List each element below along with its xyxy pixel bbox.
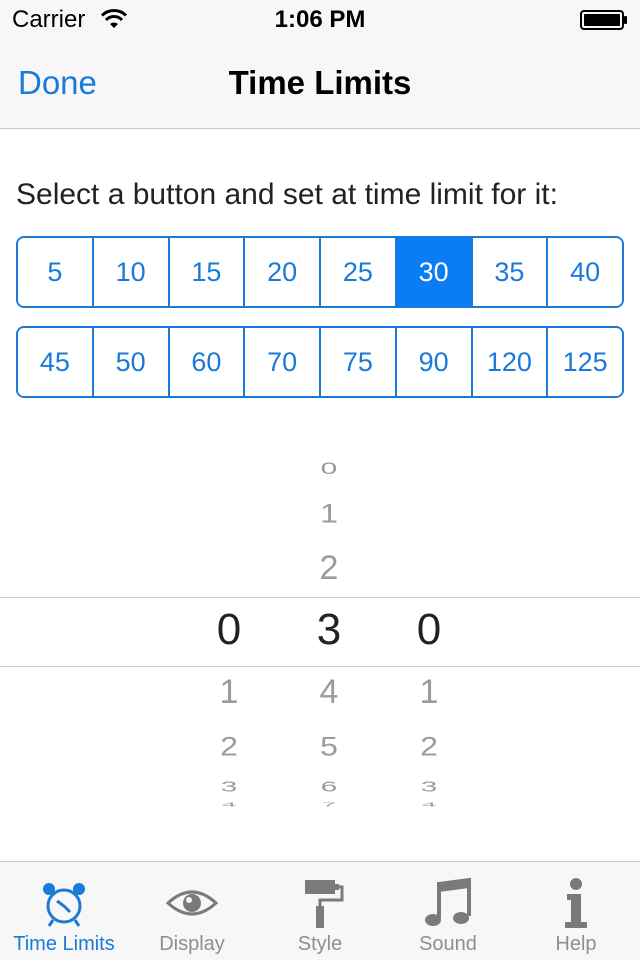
preset-button-60[interactable]: 60 [169, 328, 246, 396]
tab-sound[interactable]: Sound [384, 862, 512, 960]
picker-value: 0 [320, 459, 338, 478]
picker-value: 4 [319, 672, 339, 711]
picker-selected-value: 3 [316, 604, 342, 654]
preset-button-90[interactable]: 90 [396, 328, 473, 396]
picker-value: 3 [420, 778, 438, 796]
tab-label: Sound [419, 933, 477, 955]
picker-value: 1 [320, 497, 338, 529]
preset-button-45[interactable]: 45 [18, 328, 94, 396]
tab-style[interactable]: Style [256, 862, 384, 960]
music-note-icon [421, 876, 475, 930]
picker-value: 5 [320, 730, 338, 762]
tab-time-limits[interactable]: Time Limits [0, 862, 128, 960]
picker-selected-value: 0 [416, 604, 442, 654]
picker-value: 2 [420, 730, 438, 762]
picker-selection-top-line [0, 597, 640, 598]
preset-button-10[interactable]: 10 [93, 238, 170, 306]
paint-roller-icon [293, 876, 347, 930]
tab-display[interactable]: Display [128, 862, 256, 960]
preset-button-40[interactable]: 40 [548, 238, 622, 306]
eye-icon [165, 876, 219, 930]
preset-button-25[interactable]: 25 [321, 238, 397, 306]
picker-selection-bottom-line [0, 666, 640, 667]
preset-button-35[interactable]: 35 [472, 238, 549, 306]
navigation-bar: Done Time Limits [0, 40, 640, 129]
tab-label: Style [297, 933, 343, 955]
alarm-clock-icon [37, 876, 91, 930]
picker-value: 2 [319, 548, 339, 587]
time-picker[interactable]: 0 1 2 3 4 3 2 1 0 4 5 6 7 0 1 2 3 4 [0, 455, 640, 815]
picker-value: 1 [219, 672, 239, 711]
battery-icon [580, 10, 627, 30]
preset-button-5[interactable]: 5 [18, 238, 94, 306]
preset-row-2: 45 50 60 70 75 90 120 125 [16, 326, 624, 398]
tab-label: Display [159, 933, 225, 955]
tab-label: Help [555, 933, 597, 955]
preset-button-50[interactable]: 50 [93, 328, 170, 396]
instruction-text: Select a button and set at time limit fo… [16, 178, 558, 211]
status-time: 1:06 PM [274, 6, 366, 33]
done-button[interactable]: Done [18, 64, 97, 102]
picker-value: 4 [221, 801, 237, 809]
tab-label: Time Limits [13, 933, 115, 955]
picker-value: 7 [321, 801, 337, 809]
tab-help[interactable]: Help [512, 862, 640, 960]
tab-bar: Time Limits Display Style Sound Help [0, 861, 640, 960]
picker-value: 1 [419, 672, 439, 711]
preset-button-30[interactable]: 30 [396, 238, 473, 306]
preset-button-125[interactable]: 125 [548, 328, 622, 396]
picker-value: 4 [421, 801, 437, 809]
preset-button-20[interactable]: 20 [245, 238, 321, 306]
picker-value: 2 [220, 730, 238, 762]
info-icon [549, 876, 603, 930]
picker-value: 6 [320, 778, 338, 796]
status-bar: Carrier 1:06 PM [0, 0, 640, 40]
preset-row-1: 5 10 15 20 25 30 35 40 [16, 236, 624, 308]
preset-button-120[interactable]: 120 [472, 328, 549, 396]
picker-selected-value: 0 [216, 604, 242, 654]
picker-value: 3 [220, 778, 238, 796]
preset-button-75[interactable]: 75 [321, 328, 397, 396]
preset-button-15[interactable]: 15 [169, 238, 246, 306]
preset-button-70[interactable]: 70 [245, 328, 321, 396]
